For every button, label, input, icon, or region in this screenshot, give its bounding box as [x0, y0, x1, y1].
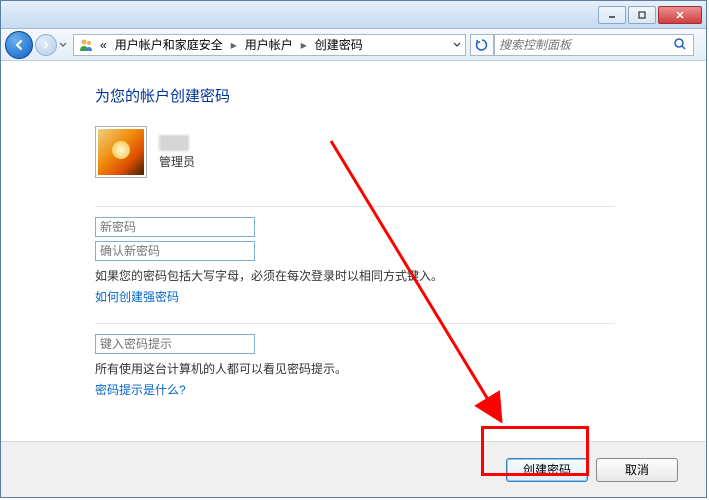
chevron-down-icon [59, 41, 67, 49]
close-button[interactable] [658, 6, 702, 24]
nav-forward-button[interactable] [35, 34, 57, 56]
user-block: 管理员 [95, 126, 706, 178]
close-icon [675, 10, 685, 20]
nav-bar: « 用户帐户和家庭安全 ▸ 用户帐户 ▸ 创建密码 [1, 29, 706, 61]
footer: 创建密码 取消 [1, 441, 706, 497]
minimize-icon [607, 10, 617, 20]
user-avatar [95, 126, 147, 178]
separator [95, 323, 615, 324]
nav-back-button[interactable] [5, 31, 33, 59]
maximize-icon [637, 10, 647, 20]
separator [95, 206, 615, 207]
breadcrumb-item-3[interactable]: 创建密码 [313, 36, 365, 53]
user-name-redacted [159, 135, 189, 151]
arrow-right-icon [41, 40, 51, 50]
chevron-down-icon [453, 41, 461, 49]
maximize-button[interactable] [628, 6, 656, 24]
what-is-hint-link[interactable]: 密码提示是什么? [95, 381, 186, 398]
confirm-password-field[interactable] [95, 241, 255, 261]
nav-history-dropdown[interactable] [57, 41, 69, 49]
arrow-left-icon [12, 38, 26, 52]
strong-password-link[interactable]: 如何创建强密码 [95, 288, 179, 305]
window-frame: « 用户帐户和家庭安全 ▸ 用户帐户 ▸ 创建密码 为您的帐户创建密码 [0, 0, 707, 498]
address-bar[interactable]: « 用户帐户和家庭安全 ▸ 用户帐户 ▸ 创建密码 [73, 34, 466, 56]
refresh-icon [475, 38, 489, 52]
refresh-button[interactable] [470, 34, 494, 56]
minimize-button[interactable] [598, 6, 626, 24]
page-title: 为您的帐户创建密码 [95, 85, 706, 106]
breadcrumb-item-2[interactable]: 用户帐户 [243, 36, 295, 53]
breadcrumb-separator: ▸ [229, 38, 239, 52]
content-area: 为您的帐户创建密码 管理员 如果您的密码包括大写字母，必须在每次登录时以相同方式… [1, 61, 706, 441]
cancel-button[interactable]: 取消 [596, 458, 678, 482]
create-password-button[interactable]: 创建密码 [506, 458, 588, 482]
users-icon [78, 37, 94, 53]
search-input[interactable] [499, 38, 673, 52]
breadcrumb-prefix[interactable]: « [98, 38, 109, 52]
caps-warning-text: 如果您的密码包括大写字母，必须在每次登录时以相同方式键入。 [95, 267, 706, 284]
breadcrumb-item-1[interactable]: 用户帐户和家庭安全 [113, 36, 225, 53]
breadcrumb-separator: ▸ [299, 38, 309, 52]
search-box[interactable] [494, 34, 694, 56]
title-bar [1, 1, 706, 29]
hint-visible-text: 所有使用这台计算机的人都可以看见密码提示。 [95, 360, 706, 377]
password-hint-field[interactable] [95, 334, 255, 354]
search-icon[interactable] [673, 37, 689, 53]
new-password-field[interactable] [95, 217, 255, 237]
address-dropdown[interactable] [453, 38, 461, 52]
user-role: 管理员 [159, 153, 195, 170]
